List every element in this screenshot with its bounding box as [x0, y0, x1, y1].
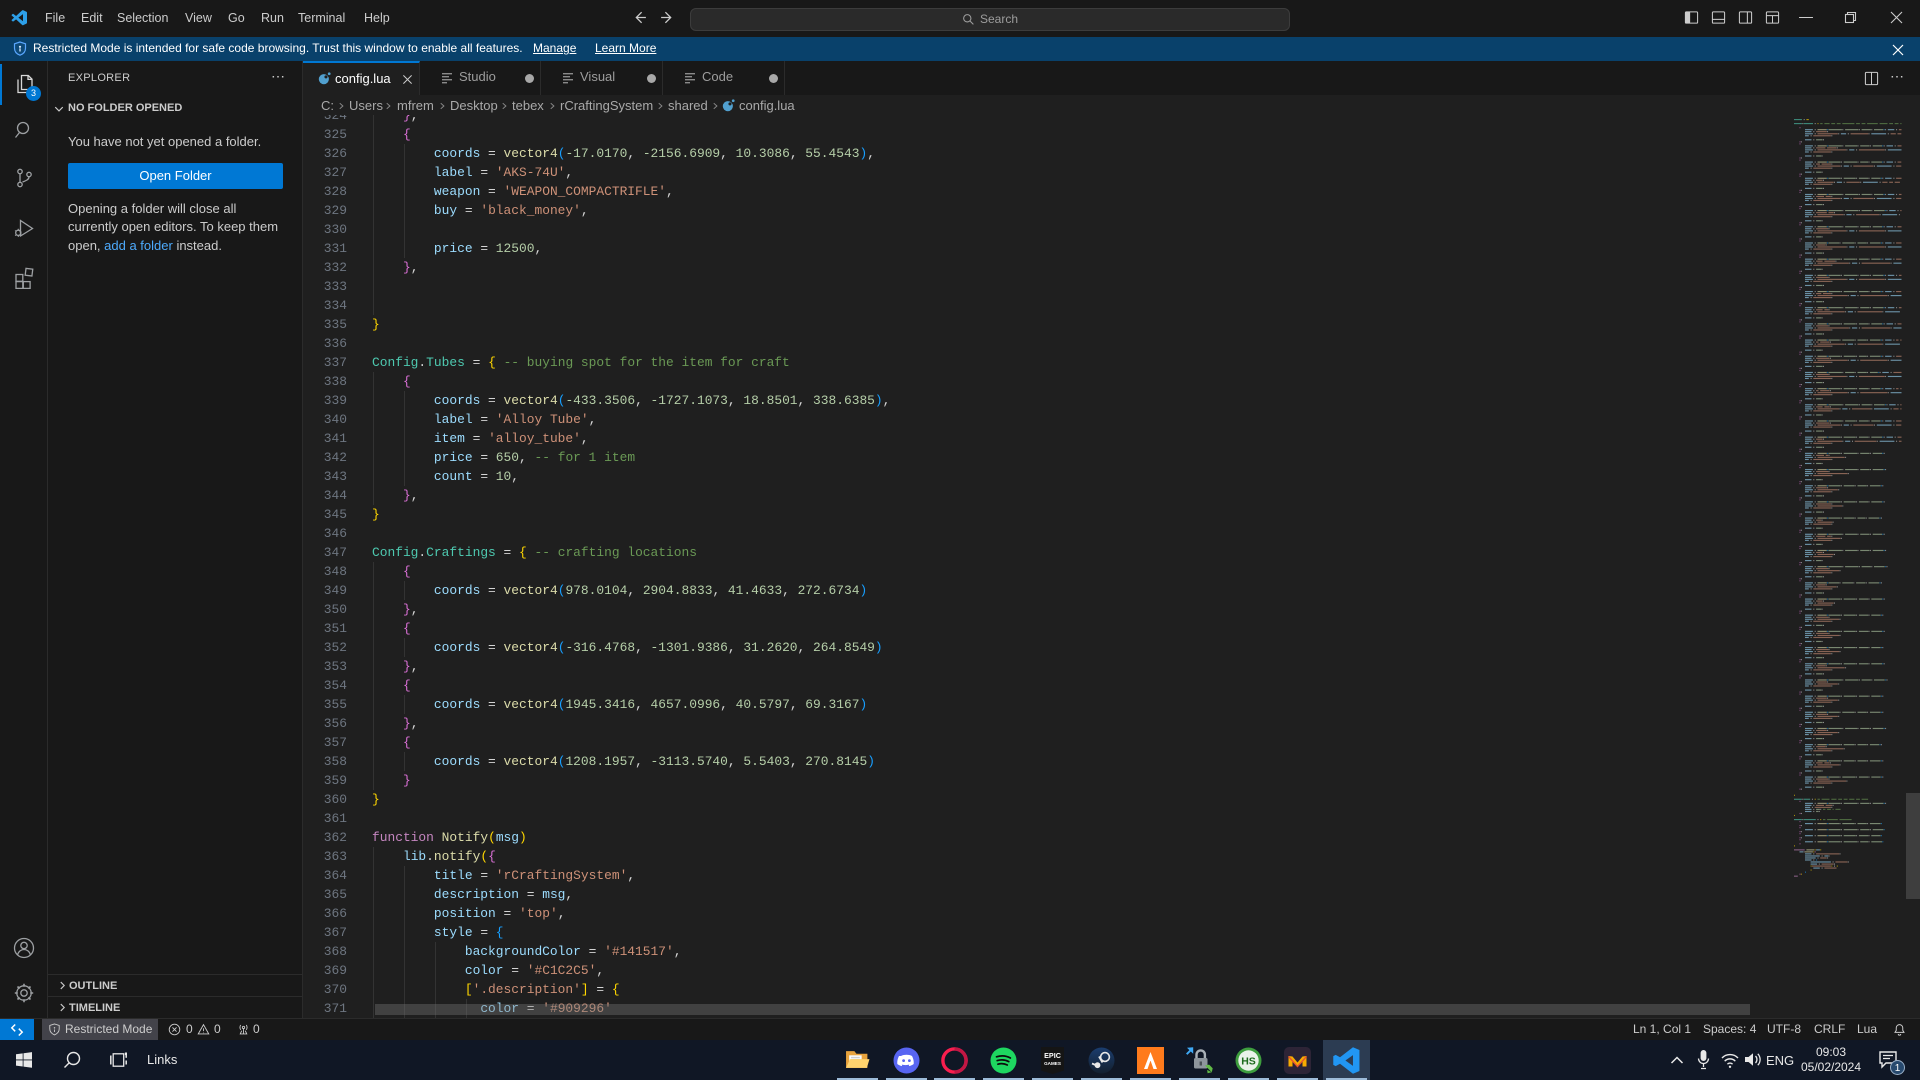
svg-text:GAMES: GAMES	[1044, 1061, 1061, 1066]
svg-text:HS: HS	[1241, 1056, 1256, 1068]
svg-text:EPIC: EPIC	[1044, 1051, 1061, 1060]
